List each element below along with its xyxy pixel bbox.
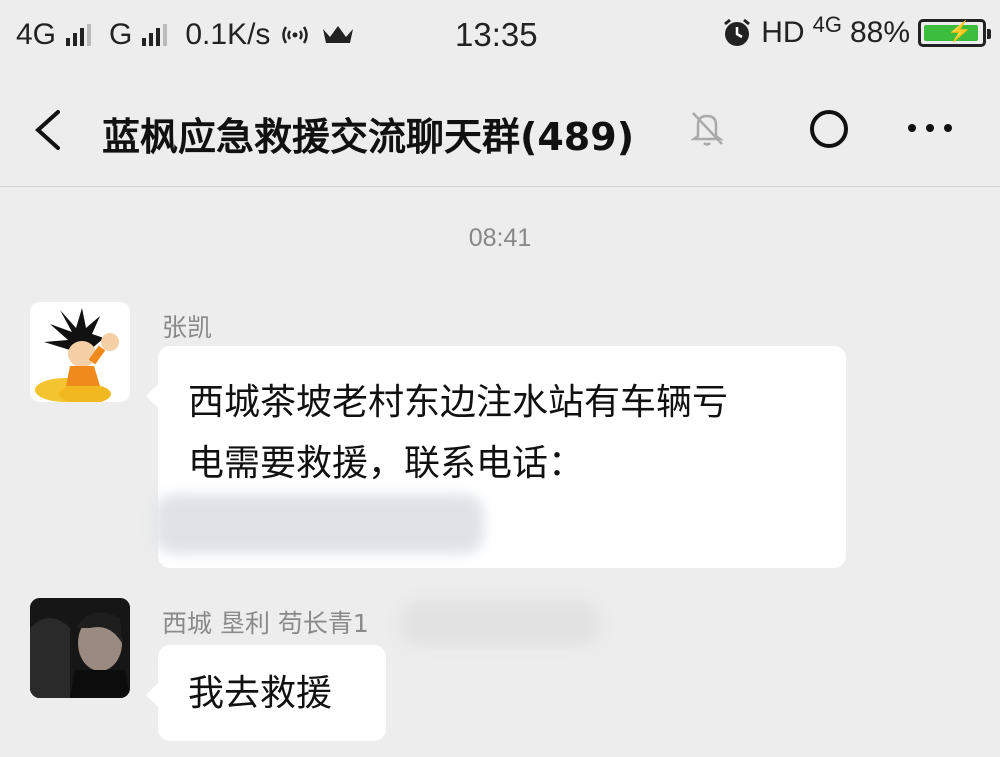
message-line: 西城茶坡老村东边注水站有车辆亏	[188, 382, 729, 423]
hd-network-label: 4G	[812, 12, 842, 37]
signal-icon-2	[142, 24, 168, 46]
status-right: HD 4G 88% ⚡	[721, 12, 991, 50]
chat-title: 蓝枫应急救援交流聊天群(489)	[102, 115, 635, 159]
cartoon-avatar-image	[30, 302, 130, 402]
sender-name: 西城 垦利 苟长青1	[162, 609, 369, 638]
avatar[interactable]	[30, 598, 130, 698]
signal-icon-1	[66, 24, 92, 46]
nfc-icon	[282, 26, 309, 44]
back-icon[interactable]	[30, 108, 66, 152]
network-type-1: 4G	[16, 18, 57, 51]
redacted-phone-number	[154, 494, 484, 554]
photo-avatar-image	[30, 598, 130, 698]
sender-name: 张凯	[162, 313, 213, 342]
hd-label: HD	[761, 16, 805, 49]
status-left: 4G G 0.1K/s	[16, 18, 356, 52]
crown-icon	[323, 26, 354, 43]
message-bubble[interactable]: 西城茶坡老村东边注水站有车辆亏 电需要救援，联系电话：	[146, 346, 846, 568]
mute-bell-icon	[690, 112, 724, 146]
more-icon[interactable]	[906, 118, 954, 138]
network-type-2: G	[109, 18, 133, 51]
battery-percent: 88%	[849, 16, 910, 49]
message-line: 电需要救援，联系电话：	[188, 443, 585, 484]
voice-call-icon[interactable]	[808, 108, 850, 150]
message-line: 我去救援	[188, 673, 333, 714]
message-bubble[interactable]: 我去救援	[146, 645, 386, 741]
clock: 13:35	[455, 16, 538, 53]
alarm-icon	[724, 18, 751, 46]
message-timestamp: 08:41	[468, 224, 532, 252]
network-speed: 0.1K/s	[185, 18, 271, 51]
chat-header: 蓝枫应急救援交流聊天群(489)	[0, 72, 1000, 187]
status-bar: 4G G 0.1K/s 13:35 HD 4G 88% ⚡	[0, 0, 1000, 72]
avatar[interactable]	[30, 302, 130, 402]
battery-icon: ⚡	[918, 19, 991, 47]
redacted-sender-suffix	[400, 600, 600, 646]
